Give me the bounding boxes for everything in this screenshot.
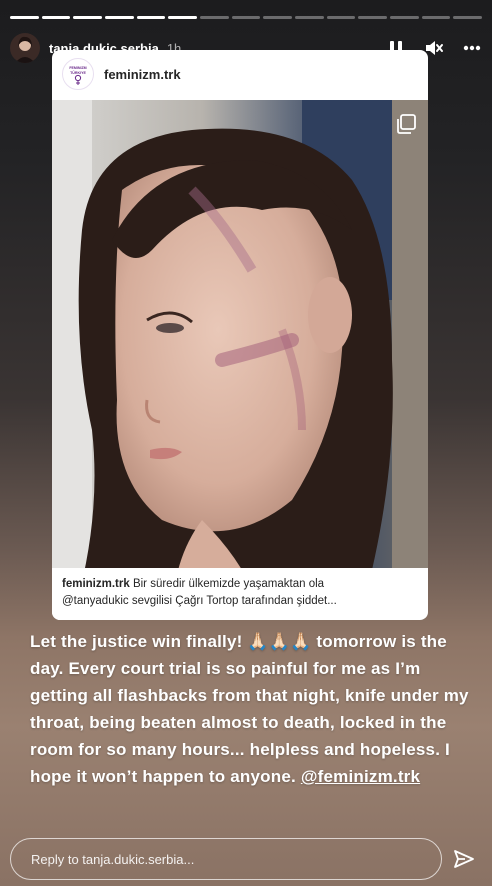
shared-post-card[interactable]: FEMINIZM TÜRKIYE feminizm.trk feminizm.t… bbox=[52, 50, 428, 620]
shared-post-header: FEMINIZM TÜRKIYE feminizm.trk bbox=[52, 50, 428, 98]
progress-segment bbox=[73, 16, 103, 19]
progress-segment bbox=[200, 16, 229, 19]
progress-segment bbox=[41, 16, 71, 19]
logo-text-line2: TÜRKIYE bbox=[70, 70, 86, 75]
story-progress-bar bbox=[10, 16, 483, 19]
progress-segment bbox=[231, 16, 261, 19]
shared-post-photo[interactable] bbox=[52, 100, 428, 620]
progress-segment bbox=[136, 16, 166, 19]
story-text-body: Let the justice win finally! 🙏🏻🙏🏻🙏🏻 tomo… bbox=[30, 632, 469, 786]
avatar[interactable] bbox=[10, 33, 40, 63]
progress-segment bbox=[421, 16, 451, 19]
story-mention-link[interactable]: @feminizm.trk bbox=[301, 767, 420, 786]
progress-segment bbox=[295, 16, 324, 19]
reply-placeholder: Reply to tanja.dukic.serbia... bbox=[31, 851, 195, 867]
shared-post-caption: feminizm.trk Bir süredir ülkemizde yaşam… bbox=[52, 568, 428, 620]
progress-segment bbox=[263, 16, 293, 19]
reply-input[interactable]: Reply to tanja.dukic.serbia... bbox=[10, 838, 442, 880]
caption-line1: Bir süredir ülkemizde yaşamaktan ola bbox=[132, 578, 325, 590]
progress-segment bbox=[105, 16, 134, 19]
send-icon[interactable] bbox=[452, 847, 476, 871]
carousel-icon bbox=[396, 114, 416, 134]
caption-line2: @tanyadukic sevgilisi Çağrı Tortop taraf… bbox=[62, 595, 337, 607]
progress-segment bbox=[358, 16, 388, 19]
caption-username[interactable]: feminizm.trk bbox=[62, 578, 130, 590]
feminizm-logo[interactable]: FEMINIZM TÜRKIYE bbox=[62, 58, 94, 90]
shared-post-username[interactable]: feminizm.trk bbox=[104, 67, 181, 82]
progress-segment bbox=[390, 16, 419, 19]
progress-segment bbox=[453, 16, 483, 19]
progress-segment bbox=[326, 16, 356, 19]
story-text: Let the justice win finally! 🙏🏻🙏🏻🙏🏻 tomo… bbox=[30, 628, 470, 790]
logo-text-line1: FEMINIZM bbox=[69, 66, 86, 70]
more-horizontal-icon[interactable] bbox=[462, 38, 482, 58]
progress-segment bbox=[10, 16, 39, 19]
progress-segment bbox=[168, 16, 198, 19]
